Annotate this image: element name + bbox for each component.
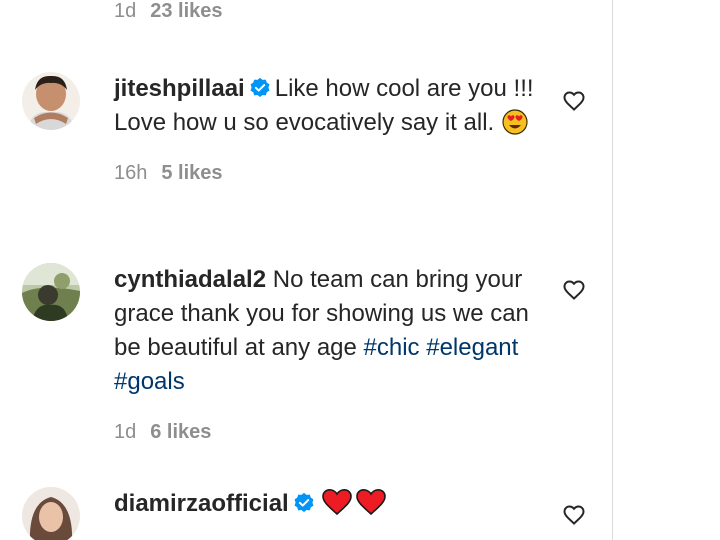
avatar[interactable]: [22, 72, 80, 130]
like-heart-icon[interactable]: [562, 278, 586, 302]
hashtag-link[interactable]: #goals: [114, 368, 185, 395]
comment-meta: 16h 5 likes: [114, 162, 544, 185]
like-heart-icon[interactable]: [562, 89, 586, 113]
comment-likes[interactable]: 5 likes: [161, 162, 222, 185]
heart-eyes-emoji: [502, 109, 528, 135]
comment-likes[interactable]: 6 likes: [150, 421, 211, 444]
comment-body: jiteshpillaai Like how cool are you !!! L…: [114, 72, 544, 185]
red-heart-emoji: [355, 488, 386, 516]
hashtag-link[interactable]: #elegant: [426, 334, 518, 361]
verified-icon: [294, 492, 314, 512]
verified-icon: [250, 77, 270, 97]
comments-panel: 1d 23 likes jiteshpillaai Like how cool a…: [0, 0, 613, 540]
avatar[interactable]: [22, 487, 80, 540]
comment-username[interactable]: jiteshpillaai: [114, 75, 245, 102]
like-heart-icon[interactable]: [562, 503, 586, 527]
comment-body: cynthiadalal2 No team can bring your gra…: [114, 263, 544, 444]
comment-likes[interactable]: 23 likes: [150, 0, 222, 23]
comment-text-block: cynthiadalal2 No team can bring your gra…: [114, 263, 544, 399]
comment-time: 1d: [114, 0, 137, 22]
comment-meta-top: 1d 23 likes: [114, 0, 223, 23]
comment-username[interactable]: cynthiadalal2: [114, 266, 266, 293]
red-heart-emoji: [321, 488, 352, 516]
comment-time: 1d: [114, 421, 137, 443]
comment-time: 16h: [114, 162, 148, 184]
comment-text-block: diamirzaofficial: [114, 487, 544, 521]
comment-meta: 1d 6 likes: [114, 421, 544, 444]
comment-body: diamirzaofficial: [114, 487, 544, 521]
comment-username[interactable]: diamirzaofficial: [114, 490, 289, 517]
avatar[interactable]: [22, 263, 80, 321]
comment-text-block: jiteshpillaai Like how cool are you !!! L…: [114, 72, 544, 140]
hashtag-link[interactable]: #chic: [364, 334, 420, 361]
